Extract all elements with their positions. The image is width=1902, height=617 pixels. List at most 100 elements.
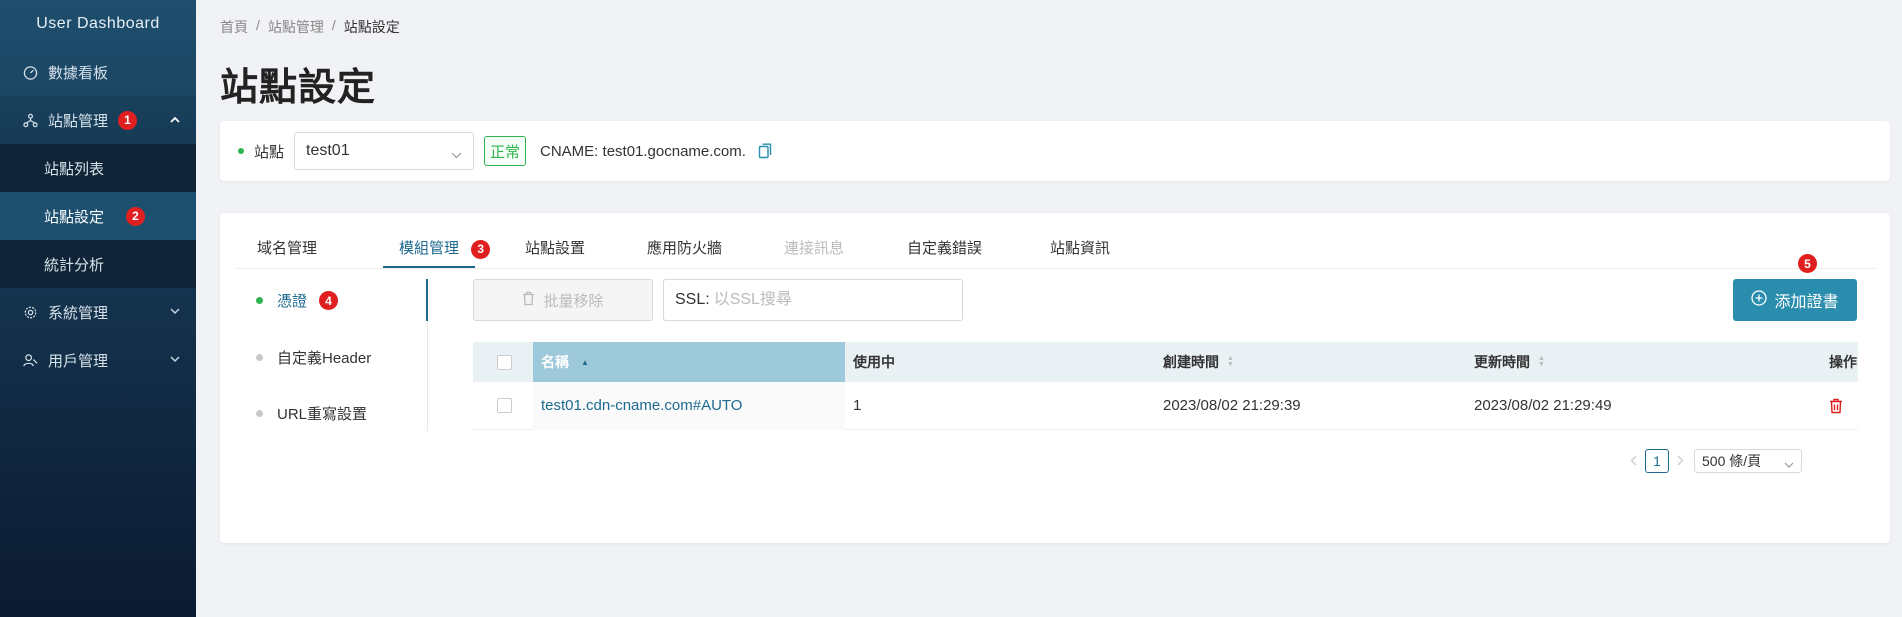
step-badge: 4 <box>319 291 339 310</box>
tab-custom-errors[interactable]: 自定義錯誤 <box>907 237 982 258</box>
chevron-down-icon <box>170 354 180 366</box>
copy-icon[interactable] <box>758 143 772 159</box>
column-header-created[interactable]: 創建時間 ▲ ▼ <box>1163 352 1234 372</box>
sidebar-item-dashboard[interactable]: 數據看板 <box>0 48 196 96</box>
step-badge: 1 <box>118 110 138 130</box>
active-module-indicator <box>426 279 428 321</box>
sort-ascending-icon: ▲ <box>581 357 589 367</box>
sort-icon: ▲ ▼ <box>1227 355 1234 368</box>
column-header-actions: 操作 <box>1829 354 1857 370</box>
page-size-value: 500 條/頁 <box>1702 453 1762 469</box>
status-dot <box>256 410 263 417</box>
in-use-value: 1 <box>853 397 862 414</box>
sidebar-item-label: 用戶管理 <box>48 352 109 370</box>
tab-module-management[interactable]: 模組管理 3 <box>399 237 491 259</box>
sidebar-item-system-management[interactable]: 系統管理 <box>0 288 196 336</box>
chevron-down-icon <box>170 306 180 318</box>
site-label: 站點 <box>254 143 285 161</box>
sidebar-item-site-list[interactable]: 站點列表 <box>0 144 196 192</box>
ssl-search-input[interactable] <box>713 291 934 309</box>
module-label: 自定義Header <box>277 350 372 367</box>
batch-remove-label: 批量移除 <box>543 292 604 310</box>
module-panel: 域名管理 模組管理 3 站點設置 應用防火牆 連接訊息 自定義錯誤 站點資訊 憑… <box>220 213 1890 543</box>
breadcrumb-site-management[interactable]: 站點管理 <box>268 17 324 37</box>
module-label: 憑證 <box>277 293 308 310</box>
pagination: 1 500 條/頁 <box>1630 449 1802 473</box>
row-checkbox-cell <box>497 398 512 413</box>
sidebar-item-label: 數據看板 <box>48 64 109 82</box>
site-selector-bar: 站點 test01 正常 CNAME: test01.gocname.com. <box>220 121 1890 181</box>
module-list: 憑證 4 自定義Header URL重寫設置 <box>256 279 428 431</box>
header-checkbox-cell <box>497 354 512 370</box>
add-certificate-button[interactable]: 添加證書 <box>1733 279 1857 321</box>
select-all-checkbox[interactable] <box>497 354 512 370</box>
ssl-search-field[interactable]: SSL: <box>663 279 963 321</box>
column-header-label: 創建時間 <box>1163 354 1219 370</box>
dashboard-icon <box>22 64 38 80</box>
breadcrumb-separator: / <box>331 17 336 33</box>
column-header-name[interactable]: 名稱 ▲ <box>533 342 845 382</box>
next-page-icon[interactable] <box>1677 453 1684 469</box>
sidebar-item-label: 站點設定 <box>44 208 105 226</box>
sidebar: User Dashboard 數據看板 站點管理 1 站點列表 站點設定 2 統… <box>0 0 196 617</box>
tab-label: 模組管理 <box>399 240 460 257</box>
step-badge: 2 <box>126 206 146 226</box>
status-badge: 正常 <box>484 136 527 166</box>
sort-icon: ▲ ▼ <box>1538 355 1545 368</box>
module-item-custom-header[interactable]: 自定義Header <box>256 347 371 368</box>
certificate-name-link[interactable]: test01.cdn-cname.com#AUTO <box>541 397 742 414</box>
chevron-down-icon <box>1784 456 1794 472</box>
site-select-value: test01 <box>306 142 350 159</box>
breadcrumb-home[interactable]: 首頁 <box>220 17 248 37</box>
plus-circle-icon <box>1751 289 1768 311</box>
sidebar-item-statistics[interactable]: 統計分析 <box>0 240 196 288</box>
main-content: 首頁 / 站點管理 / 站點設定 站點設定 站點 test01 正常 CNAME… <box>196 0 1902 617</box>
status-dot <box>238 148 244 154</box>
tab-site-info[interactable]: 站點資訊 <box>1050 237 1110 258</box>
sidebar-item-label: 站點管理 <box>48 112 109 130</box>
sidebar-item-site-management[interactable]: 站點管理 1 <box>0 96 196 144</box>
brand-title: User Dashboard <box>36 15 160 32</box>
tab-site-settings[interactable]: 站點設置 <box>525 237 585 258</box>
add-certificate-label: 添加證書 <box>1774 294 1839 311</box>
tab-domain-management[interactable]: 域名管理 <box>257 237 317 258</box>
status-dot <box>256 297 263 304</box>
row-checkbox[interactable] <box>497 398 512 413</box>
chevron-down-icon <box>451 146 462 164</box>
updated-time: 2023/08/02 21:29:49 <box>1474 397 1612 414</box>
page-size-select[interactable]: 500 條/頁 <box>1694 449 1802 473</box>
prev-page-icon[interactable] <box>1630 453 1637 469</box>
table-row: test01.cdn-cname.com#AUTO 1 2023/08/02 2… <box>473 382 1858 430</box>
trash-icon <box>522 291 535 310</box>
cname-text: CNAME: test01.gocname.com. <box>540 142 746 160</box>
module-item-certificate[interactable]: 憑證 4 <box>256 290 339 311</box>
module-item-url-rewrite[interactable]: URL重寫設置 <box>256 403 367 424</box>
active-tab-indicator <box>383 266 475 268</box>
created-time: 2023/08/02 21:29:39 <box>1163 397 1301 414</box>
step-badge: 5 <box>1798 254 1817 273</box>
module-label: URL重寫設置 <box>277 406 368 423</box>
column-header-in-use: 使用中 <box>853 354 895 370</box>
page-title: 站點設定 <box>220 67 377 109</box>
breadcrumb-current: 站點設定 <box>343 19 400 35</box>
status-dot <box>256 354 263 361</box>
certificate-table: 名稱 ▲ 使用中 創建時間 ▲ ▼ 更新時間 ▲ ▼ 操作 test01.cdn… <box>473 342 1858 430</box>
delete-icon[interactable] <box>1829 398 1843 414</box>
sidebar-item-user-management[interactable]: 用戶管理 <box>0 336 196 384</box>
breadcrumb-separator: / <box>256 17 260 33</box>
page-number-current[interactable]: 1 <box>1645 449 1669 473</box>
ssl-search-prefix: SSL: <box>675 291 710 308</box>
sidebar-item-label: 系統管理 <box>48 304 109 322</box>
gear-icon <box>22 304 38 320</box>
site-select[interactable]: test01 <box>294 132 475 170</box>
column-header-updated[interactable]: 更新時間 ▲ ▼ <box>1474 352 1545 372</box>
sidebar-item-site-settings[interactable]: 站點設定 2 <box>0 192 196 240</box>
sitemap-icon <box>22 112 38 128</box>
tab-bar: 域名管理 模組管理 3 站點設置 應用防火牆 連接訊息 自定義錯誤 站點資訊 <box>236 213 1876 269</box>
tab-firewall[interactable]: 應用防火牆 <box>647 237 722 258</box>
tab-connection-info: 連接訊息 <box>784 240 845 257</box>
column-header-label: 更新時間 <box>1474 354 1530 370</box>
chevron-up-icon <box>170 114 180 126</box>
column-header-label: 名稱 <box>541 354 569 370</box>
step-badge: 3 <box>471 239 491 259</box>
